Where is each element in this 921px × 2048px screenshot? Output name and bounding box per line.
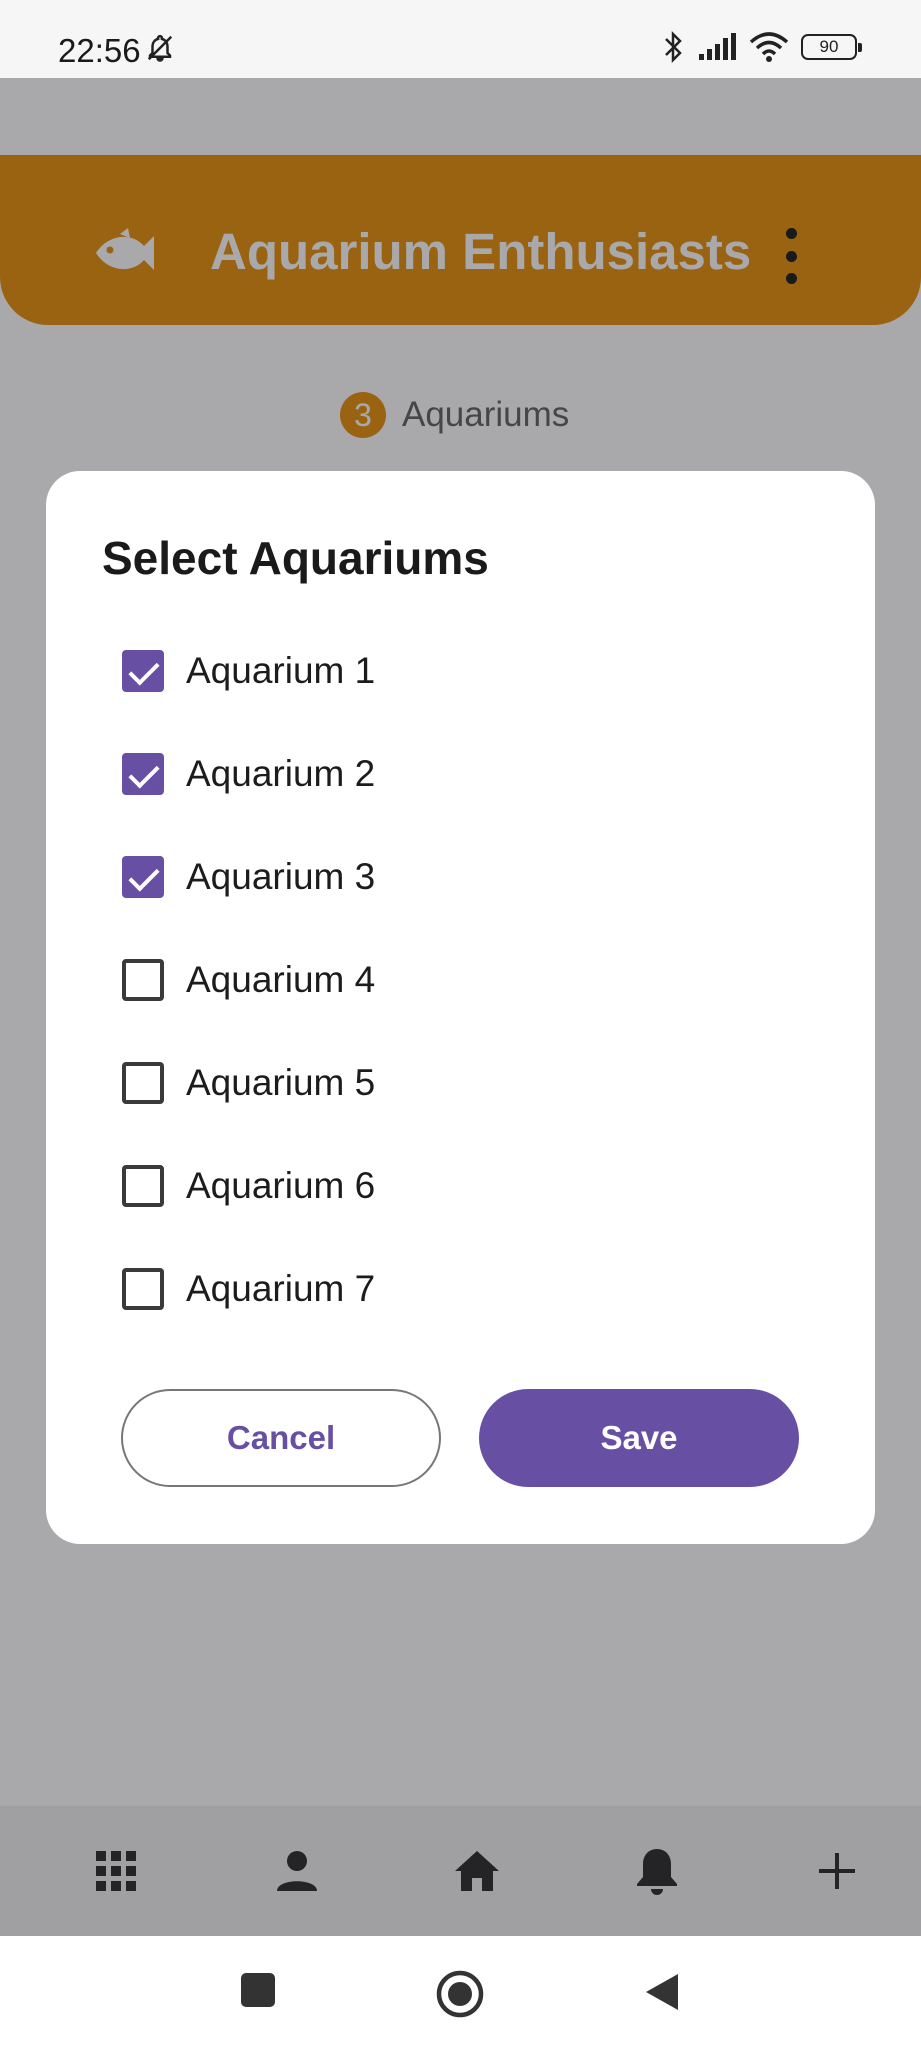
checkbox-checked[interactable]	[122, 650, 164, 692]
option-label: Aquarium 3	[186, 856, 376, 897]
option-aquarium-6[interactable]: Aquarium 6	[122, 1146, 375, 1226]
option-label: Aquarium 7	[186, 1268, 376, 1309]
option-aquarium-1[interactable]: Aquarium 1	[122, 631, 375, 711]
option-aquarium-5[interactable]: Aquarium 5	[122, 1043, 375, 1123]
back-triangle-icon[interactable]	[644, 1972, 680, 2012]
home-circle-icon[interactable]	[435, 1969, 485, 2019]
select-aquariums-dialog: Select Aquariums Aquarium 1 Aquarium 2 A…	[46, 471, 875, 1544]
signal-icon	[699, 33, 736, 60]
battery-level: 90	[819, 37, 839, 56]
option-label: Aquarium 2	[186, 753, 376, 794]
cancel-button[interactable]: Cancel	[121, 1389, 441, 1487]
battery-icon: 90	[801, 34, 862, 60]
save-button[interactable]: Save	[479, 1389, 799, 1487]
option-aquarium-4[interactable]: Aquarium 4	[122, 940, 375, 1020]
option-label: Aquarium 6	[186, 1165, 376, 1206]
status-time: 22:56	[58, 32, 141, 69]
checkbox-unchecked[interactable]	[122, 959, 164, 1001]
status-icons: 90	[661, 30, 862, 64]
checkbox-unchecked[interactable]	[122, 1268, 164, 1310]
bell-off-icon	[147, 34, 173, 62]
bluetooth-icon	[665, 30, 682, 64]
status-bar: 22:56 90	[0, 0, 921, 78]
dialog-title: Select Aquariums	[102, 532, 489, 584]
wifi-icon	[749, 32, 789, 62]
option-aquarium-3[interactable]: Aquarium 3	[122, 837, 375, 917]
option-label: Aquarium 4	[186, 959, 376, 1000]
checkbox-checked[interactable]	[122, 856, 164, 898]
option-aquarium-2[interactable]: Aquarium 2	[122, 734, 375, 814]
checkbox-unchecked[interactable]	[122, 1062, 164, 1104]
checkbox-checked[interactable]	[122, 753, 164, 795]
checkbox-unchecked[interactable]	[122, 1165, 164, 1207]
option-aquarium-7[interactable]: Aquarium 7	[122, 1249, 375, 1329]
recents-square-icon[interactable]	[240, 1972, 276, 2008]
option-label: Aquarium 5	[186, 1062, 376, 1103]
option-label: Aquarium 1	[186, 650, 376, 691]
